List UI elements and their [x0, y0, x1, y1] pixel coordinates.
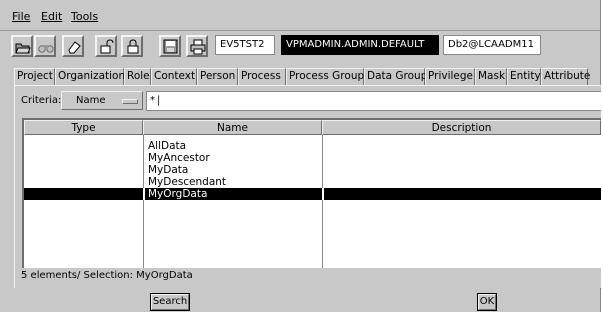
open-icon — [15, 43, 31, 54]
main-window: File Edit Tools EV5TST2 VPMADMIN.ADMIN.D… — [0, 0, 601, 312]
text-cursor-icon: | — [157, 95, 161, 106]
search-button[interactable]: Search — [150, 293, 190, 311]
table-row-selected[interactable]: MyOrgData — [24, 188, 601, 200]
status-text: 5 elements/ Selection: MyOrgData — [21, 270, 193, 281]
environment-field: EV5TST2 — [215, 35, 275, 55]
menubar: File Edit Tools — [0, 0, 600, 31]
cell-name: MyData — [148, 164, 189, 176]
option-menu-indicator-icon — [122, 99, 138, 104]
lock-button[interactable] — [121, 35, 143, 57]
column-header-type[interactable]: Type — [24, 120, 143, 135]
lock-icon — [127, 39, 139, 54]
open-button[interactable] — [11, 35, 33, 57]
results-table: Type Name Description AllData MyAncestor… — [22, 118, 601, 268]
cell-name: MyOrgData — [148, 188, 208, 200]
criteria-input[interactable]: * | — [146, 91, 601, 111]
criteria-selected-value: Name — [76, 95, 106, 106]
print-icon — [190, 39, 206, 55]
tab-attribute[interactable]: Attribute — [541, 68, 590, 85]
menu-file[interactable]: File — [12, 10, 30, 23]
menu-edit[interactable]: Edit — [41, 10, 62, 23]
save-button[interactable] — [159, 35, 181, 57]
database-field: Db2@LCAADM11 — [443, 35, 541, 55]
unlock-button[interactable] — [95, 35, 117, 57]
tab-context[interactable]: Context — [151, 68, 197, 85]
table-row[interactable]: MyData — [24, 164, 601, 176]
criteria-label: Criteria: — [21, 95, 62, 106]
criteria-input-value: * — [150, 95, 155, 106]
save-icon — [163, 39, 178, 54]
print-button[interactable] — [186, 35, 208, 57]
data-group-panel: Criteria: Name * | Type Name Description … — [14, 85, 601, 289]
find-button[interactable] — [34, 35, 56, 57]
binoculars-icon — [38, 45, 54, 53]
tab-entity[interactable]: Entity — [507, 68, 541, 85]
user-field: VPMADMIN.ADMIN.DEFAULT — [281, 35, 439, 55]
tab-organization[interactable]: Organization — [55, 68, 125, 85]
cell-name: MyAncestor — [148, 152, 210, 164]
tab-data-group[interactable]: Data Group — [364, 68, 427, 85]
tab-person[interactable]: Person — [197, 68, 238, 85]
unlock-icon — [100, 39, 114, 54]
cell-name: AllData — [148, 140, 187, 152]
cell-name: MyDescendant — [148, 176, 227, 188]
criteria-option-menu[interactable]: Name — [61, 91, 143, 110]
ok-button-label: OK — [479, 296, 495, 307]
column-divider — [143, 188, 145, 200]
table-row[interactable]: AllData — [24, 140, 601, 152]
eraser-icon — [68, 41, 81, 54]
tab-process-group[interactable]: Process Group — [286, 68, 364, 85]
column-header-name[interactable]: Name — [143, 120, 322, 135]
menu-tools[interactable]: Tools — [71, 10, 98, 23]
tab-role[interactable]: Role — [124, 68, 151, 85]
table-row[interactable]: MyDescendant — [24, 176, 601, 188]
search-button-label: Search — [152, 296, 188, 307]
tab-privilege[interactable]: Privilege — [425, 68, 475, 85]
tab-mask[interactable]: Mask — [475, 68, 507, 85]
tab-project[interactable]: Project — [14, 68, 55, 85]
column-header-description[interactable]: Description — [322, 120, 601, 135]
table-row[interactable]: MyAncestor — [24, 152, 601, 164]
column-divider — [322, 188, 324, 200]
tab-bar: Project Organization Role Context Person… — [14, 68, 600, 85]
tab-process[interactable]: Process — [238, 68, 286, 85]
button-bar: Search OK — [0, 288, 600, 312]
toolbar: EV5TST2 VPMADMIN.ADMIN.DEFAULT Db2@LCAAD… — [0, 31, 600, 62]
clear-button[interactable] — [62, 35, 84, 57]
ok-button[interactable]: OK — [477, 293, 497, 311]
